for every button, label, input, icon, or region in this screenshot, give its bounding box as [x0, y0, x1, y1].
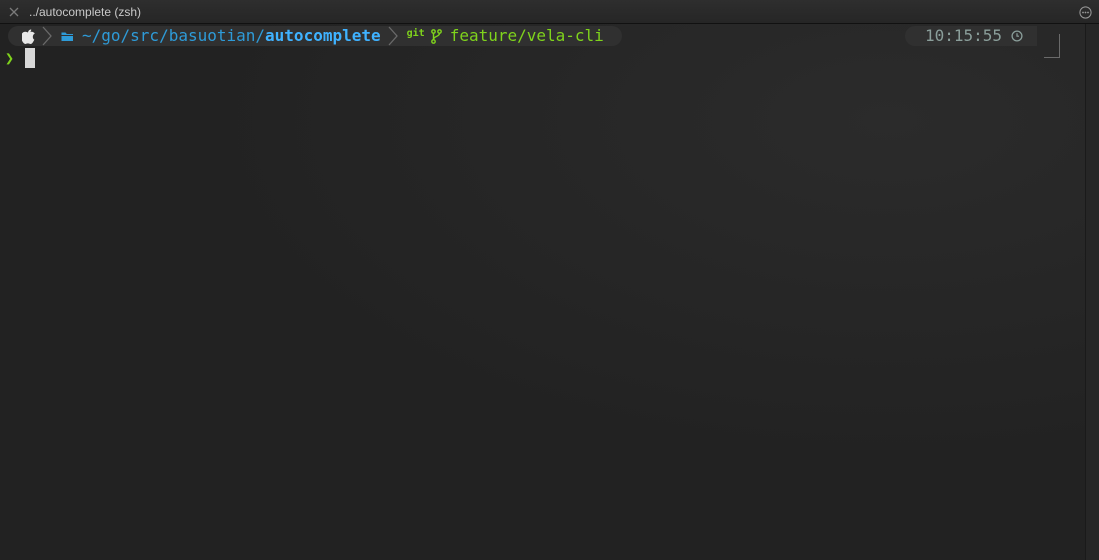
path-prefix: ~/go/src/basuotian/ [82, 26, 266, 45]
tab-bar: ../autocomplete (zsh) [0, 0, 1099, 24]
tab-title[interactable]: ../autocomplete (zsh) [29, 5, 141, 19]
prompt-char: ❯ [5, 48, 15, 67]
command-input-line[interactable]: ❯ [5, 47, 35, 68]
git-branch-name: feature/vela-cli [449, 26, 604, 45]
segment-separator-icon [42, 26, 52, 46]
prompt-time: 10:15:55 [925, 26, 1003, 45]
apple-icon [22, 28, 35, 44]
prompt-right-bracket [1044, 34, 1060, 58]
folder-icon [61, 31, 74, 42]
prompt-right-segments: 10:15:55 [905, 26, 1037, 46]
prompt-left-segments: ~/go/src/basuotian/autocomplete git feat… [8, 26, 622, 46]
close-icon[interactable] [7, 5, 21, 19]
path-current-dir: autocomplete [265, 26, 381, 45]
vcs-segment: git feature/vela-cli [407, 26, 604, 46]
segment-separator-icon [388, 26, 398, 46]
git-icon: git [406, 28, 425, 39]
os-segment [8, 28, 35, 44]
more-icon[interactable] [1079, 6, 1092, 19]
scrollbar[interactable] [1085, 24, 1099, 560]
terminal-view[interactable]: ~/go/src/basuotian/autocomplete git feat… [0, 24, 1085, 560]
text-cursor [25, 47, 35, 68]
path-segment: ~/go/src/basuotian/autocomplete [61, 26, 381, 46]
git-branch-icon [430, 28, 442, 44]
clock-icon [1011, 30, 1023, 42]
